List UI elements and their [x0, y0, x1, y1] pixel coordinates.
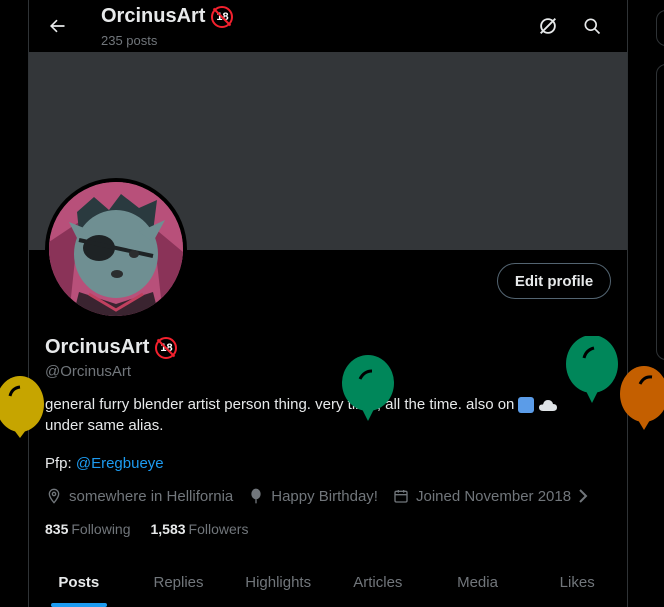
location-pin-icon — [45, 487, 63, 505]
post-count: 235 posts — [101, 33, 158, 48]
following-link[interactable]: 835 Following — [45, 521, 131, 537]
header-name: OrcinusArt — [101, 5, 206, 27]
orange-balloon-icon — [620, 366, 664, 430]
joined-text: Joined November 2018 — [415, 487, 572, 505]
profile-handle: @OrcinusArt — [45, 363, 132, 380]
joined-item[interactable]: Joined November 2018 — [392, 487, 589, 505]
birthday-item: Happy Birthday! — [247, 487, 378, 505]
bio-line: general furry blender artist person thin… — [45, 394, 605, 415]
chevron-right-icon — [579, 489, 588, 503]
calendar-icon — [392, 487, 410, 505]
tab-media[interactable]: Media — [428, 560, 528, 607]
tab-posts[interactable]: Posts — [29, 560, 129, 607]
followers-count: 1,583 — [150, 521, 186, 537]
right-panel-edge — [656, 10, 664, 46]
profile-bio: general furry blender artist person thin… — [45, 394, 605, 436]
green-balloon-icon — [342, 355, 394, 421]
following-label: Following — [71, 521, 131, 537]
active-tab-indicator — [50, 603, 107, 607]
age-18-badge-icon: 18 — [155, 336, 178, 359]
follow-stats: 835 Following 1,583 Followers — [45, 521, 248, 537]
profile-meta: somewhere in Hellifornia Happy Birthday!… — [45, 487, 603, 505]
grok-icon — [540, 18, 556, 34]
tab-likes[interactable]: Likes — [527, 560, 627, 607]
back-arrow-icon — [50, 19, 65, 33]
profile-column: OrcinusArt 18 235 posts Edit profile Orc… — [28, 0, 628, 607]
balloon-icon — [247, 487, 265, 505]
right-panel-card-edge — [656, 64, 664, 360]
followers-label: Followers — [188, 521, 249, 537]
tab-highlights[interactable]: Highlights — [228, 560, 328, 607]
birthday-text: Happy Birthday! — [271, 487, 378, 505]
location-text: somewhere in Hellifornia — [69, 487, 234, 505]
avatar-image — [49, 182, 183, 316]
blue-square-emoji-icon — [518, 396, 535, 413]
location-item: somewhere in Hellifornia — [45, 487, 233, 505]
profile-name: OrcinusArt 18 — [45, 336, 178, 359]
age-18-badge-icon: 18 — [211, 5, 234, 28]
avatar-art — [49, 182, 183, 316]
bio-text-2: under same alias. — [45, 417, 164, 434]
pfp-credit-link[interactable]: @Eregbueye — [76, 455, 164, 472]
header-title: OrcinusArt 18 — [101, 5, 234, 28]
bio-text-1: general furry blender artist person thin… — [45, 396, 515, 413]
edit-profile-button[interactable]: Edit profile — [497, 263, 611, 299]
pfp-credit: Pfp: @Eregbueye — [45, 455, 164, 472]
following-count: 835 — [45, 521, 69, 537]
tab-replies[interactable]: Replies — [129, 560, 229, 607]
avatar[interactable] — [45, 178, 187, 320]
yellow-balloon-icon — [0, 376, 44, 438]
search-icon — [584, 18, 601, 35]
followers-link[interactable]: 1,583 Followers — [151, 521, 249, 537]
display-name: OrcinusArt — [45, 336, 150, 358]
search-button[interactable] — [579, 13, 605, 39]
back-button[interactable] — [43, 12, 71, 40]
profile-header: OrcinusArt 18 235 posts — [29, 0, 627, 52]
pfp-prefix: Pfp: — [45, 455, 72, 472]
profile-tabs: Posts Replies Highlights Articles Media … — [29, 560, 627, 607]
grok-button[interactable] — [535, 13, 561, 39]
green-balloon-icon — [566, 336, 618, 403]
cloud-emoji-icon — [539, 399, 558, 411]
tab-articles[interactable]: Articles — [328, 560, 428, 607]
